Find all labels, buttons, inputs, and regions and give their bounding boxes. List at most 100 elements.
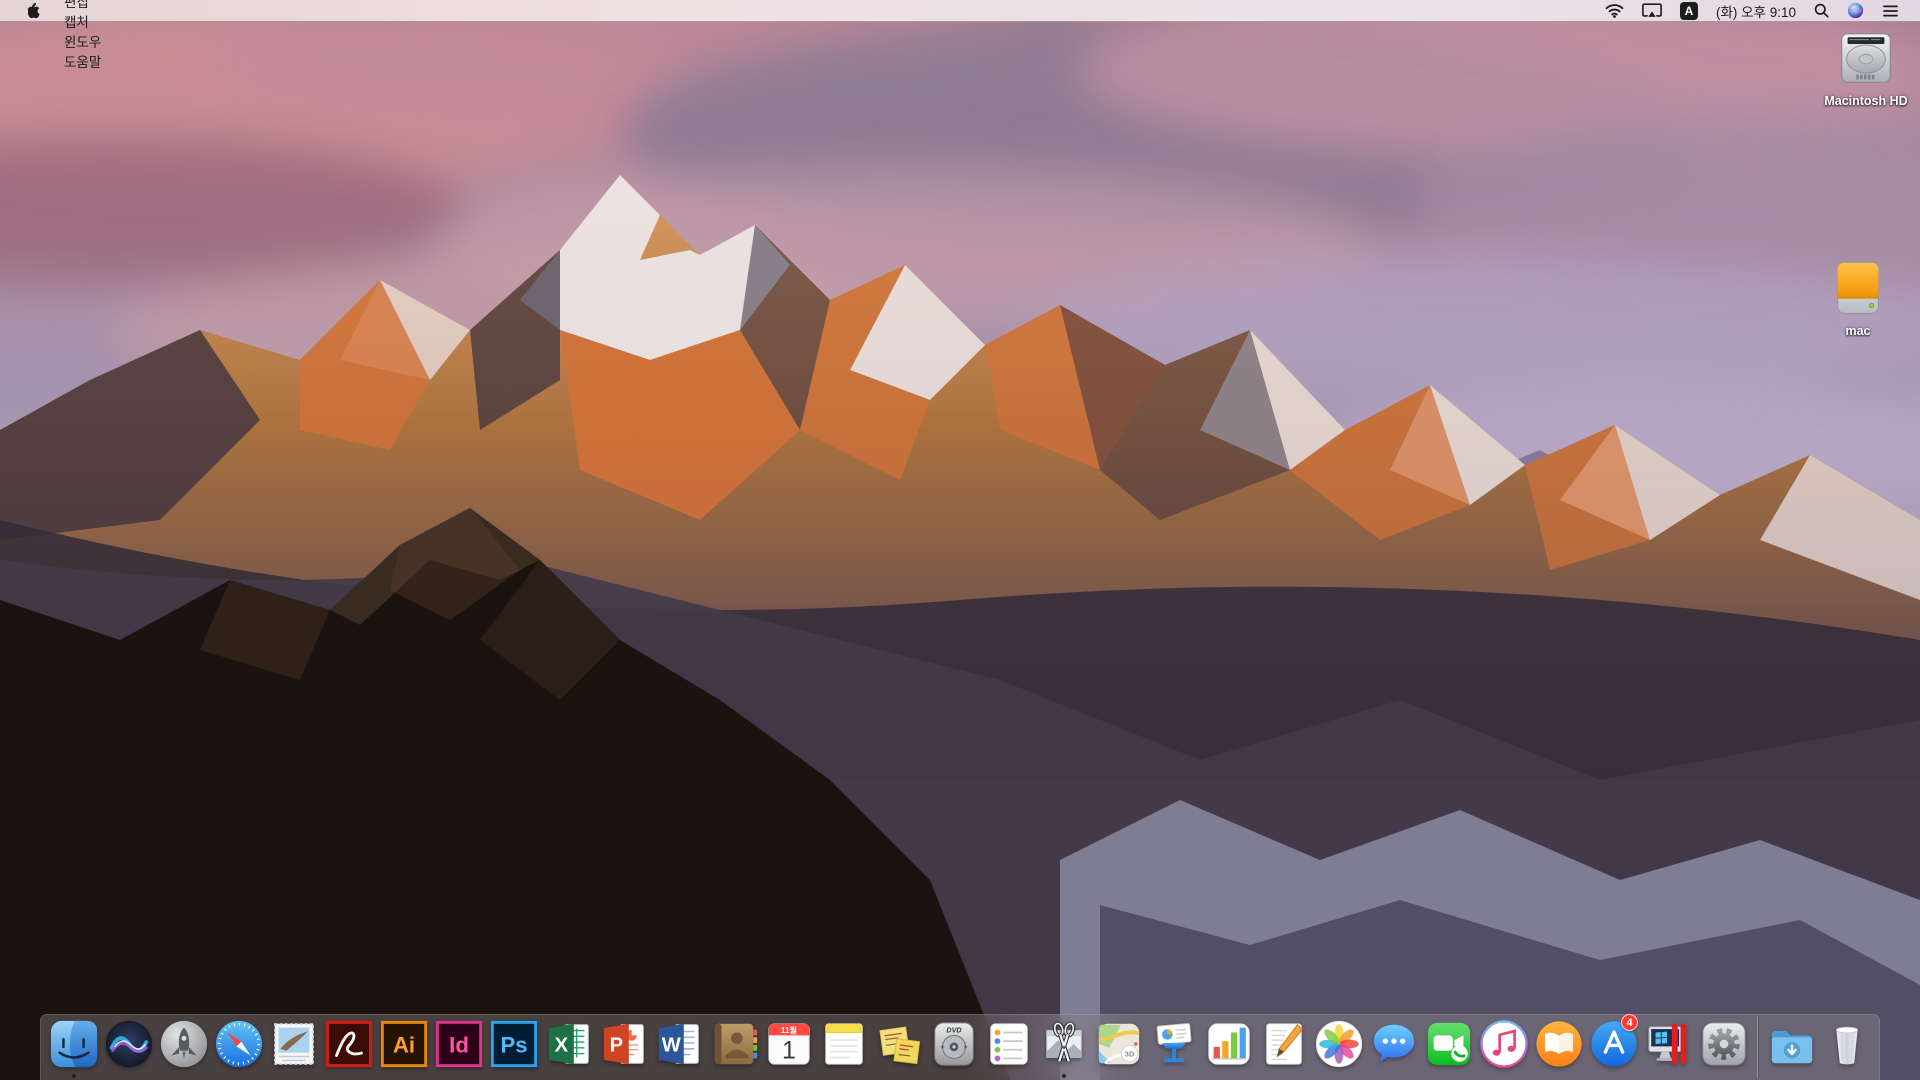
dock-item-mail[interactable] (266, 1014, 321, 1080)
wifi-icon[interactable] (1596, 0, 1633, 21)
messages-icon (1369, 1019, 1419, 1069)
app-menus: 화면 캡처파일편집캡처윈도우도움말 (53, 0, 128, 71)
calendar-icon: 11월1 (764, 1019, 814, 1069)
dock-item-notes[interactable] (816, 1014, 871, 1080)
dvd-player-icon: DVD (929, 1019, 979, 1069)
menu-bar-clock: (화) 오후 9:10 (1716, 1, 1796, 21)
dock-item-downloads[interactable] (1764, 1014, 1819, 1080)
svg-text:3D: 3D (1124, 1050, 1134, 1059)
dock-item-grab[interactable] (1036, 1014, 1091, 1080)
dock-item-pages[interactable] (1256, 1014, 1311, 1080)
photos-icon (1314, 1019, 1364, 1069)
svg-text:Id: Id (449, 1033, 469, 1058)
desktop-icon-mac[interactable]: mac (1808, 260, 1908, 338)
menu-item-5[interactable]: 도움말 (53, 51, 128, 71)
system-preferences-icon (1699, 1019, 1749, 1069)
keynote-icon (1149, 1019, 1199, 1069)
indesign-icon: Id (434, 1019, 484, 1069)
facetime-icon (1424, 1019, 1474, 1069)
siri-icon (104, 1019, 154, 1069)
airplay-display-icon[interactable] (1633, 0, 1671, 21)
dock-separator (1757, 1016, 1758, 1078)
pages-icon (1259, 1019, 1309, 1069)
maps-icon: 3D (1094, 1019, 1144, 1069)
desktop-icon-label: mac (1845, 324, 1870, 338)
dock-item-finder[interactable] (46, 1014, 101, 1080)
illustrator-icon: Ai (379, 1019, 429, 1069)
spotlight-icon[interactable] (1805, 0, 1838, 21)
notification-badge: 4 (1621, 1014, 1638, 1031)
notes-icon (819, 1019, 869, 1069)
ibooks-icon (1534, 1019, 1584, 1069)
parallels-icon (1644, 1019, 1694, 1069)
internal-drive-icon (1833, 30, 1899, 92)
dock-item-indesign[interactable]: Id (431, 1014, 486, 1080)
dock-item-stickies[interactable] (871, 1014, 926, 1080)
running-indicator (1062, 1074, 1066, 1078)
downloads-icon (1767, 1019, 1817, 1069)
mail-icon (269, 1019, 319, 1069)
dock-item-maps[interactable]: 3D (1091, 1014, 1146, 1080)
dock: Ai Id Ps XP W 11월1 DVD 3D 4 (40, 1014, 1880, 1080)
dock-item-keynote[interactable] (1146, 1014, 1201, 1080)
desktop-icon-macintosh-hd[interactable]: Macintosh HD (1816, 30, 1916, 108)
dock-item-reminders[interactable] (981, 1014, 1036, 1080)
grab-icon (1039, 1019, 1089, 1069)
dock-item-safari[interactable] (211, 1014, 266, 1080)
dock-item-facetime[interactable] (1421, 1014, 1476, 1080)
svg-text:P: P (609, 1035, 622, 1057)
dock-item-parallels[interactable] (1641, 1014, 1696, 1080)
apple-logo-icon (28, 2, 42, 19)
input-source-badge: A (1680, 2, 1698, 20)
powerpoint-icon: P (599, 1019, 649, 1069)
running-indicator (72, 1074, 76, 1078)
menu-item-3[interactable]: 캡처 (53, 11, 128, 31)
svg-text:11월: 11월 (780, 1025, 796, 1035)
menu-item-4[interactable]: 윈도우 (53, 31, 128, 51)
external-drive-icon (1825, 260, 1891, 322)
svg-text:Ps: Ps (500, 1033, 527, 1058)
dock-item-launchpad[interactable] (156, 1014, 211, 1080)
dock-item-itunes[interactable] (1476, 1014, 1531, 1080)
dock-item-excel[interactable]: X (541, 1014, 596, 1080)
desktop: 화면 캡처파일편집캡처윈도우도움말 A (화) 오후 9:10 (0, 0, 1920, 1080)
dock-item-trash[interactable] (1819, 1014, 1874, 1080)
dock-item-appstore[interactable]: 4 (1586, 1014, 1641, 1080)
notification-center-icon[interactable] (1873, 0, 1908, 21)
svg-text:Ai: Ai (392, 1033, 414, 1058)
dock-item-numbers[interactable] (1201, 1014, 1256, 1080)
dock-item-ibooks[interactable] (1531, 1014, 1586, 1080)
input-source-icon[interactable]: A (1671, 0, 1707, 21)
dock-item-contacts[interactable] (706, 1014, 761, 1080)
numbers-icon (1204, 1019, 1254, 1069)
reminders-icon (984, 1019, 1034, 1069)
apple-menu[interactable] (17, 0, 53, 21)
dock-item-word[interactable]: W (651, 1014, 706, 1080)
trash-icon (1822, 1019, 1872, 1069)
dock-item-messages[interactable] (1366, 1014, 1421, 1080)
photoshop-icon: Ps (489, 1019, 539, 1069)
word-icon: W (654, 1019, 704, 1069)
menu-item-2[interactable]: 편집 (53, 0, 128, 11)
svg-text:1: 1 (782, 1036, 796, 1064)
dock-item-photos[interactable] (1311, 1014, 1366, 1080)
dock-item-system-preferences[interactable] (1696, 1014, 1751, 1080)
dock-item-calendar[interactable]: 11월1 (761, 1014, 816, 1080)
dock-item-photoshop[interactable]: Ps (486, 1014, 541, 1080)
acrobat-icon (324, 1019, 374, 1069)
dock-item-illustrator[interactable]: Ai (376, 1014, 431, 1080)
dock-item-siri[interactable] (101, 1014, 156, 1080)
wallpaper-sierra-mountains (0, 0, 1920, 1080)
excel-icon: X (544, 1019, 594, 1069)
siri-icon[interactable] (1838, 0, 1873, 21)
desktop-icon-label: Macintosh HD (1824, 94, 1907, 108)
itunes-icon (1479, 1019, 1529, 1069)
dock-item-acrobat[interactable] (321, 1014, 376, 1080)
dock-item-powerpoint[interactable]: P (596, 1014, 651, 1080)
dock-item-dvd-player[interactable]: DVD (926, 1014, 981, 1080)
svg-text:W: W (661, 1035, 681, 1057)
clock-menu[interactable]: (화) 오후 9:10 (1707, 0, 1805, 21)
finder-icon (49, 1019, 99, 1069)
menu-bar: 화면 캡처파일편집캡처윈도우도움말 A (화) 오후 9:10 (0, 0, 1920, 22)
launchpad-icon (159, 1019, 209, 1069)
